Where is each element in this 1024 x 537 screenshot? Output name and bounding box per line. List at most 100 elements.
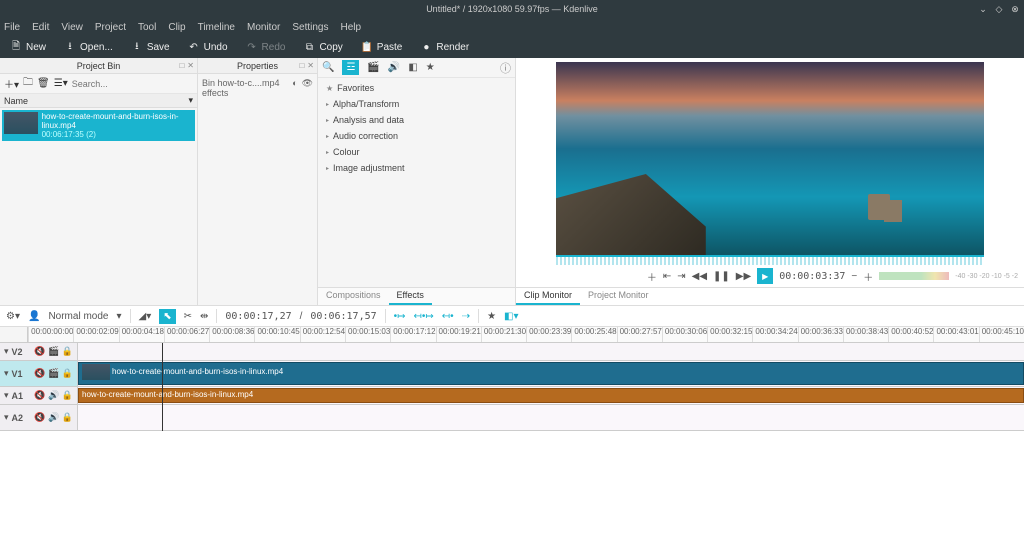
bin-clip-item[interactable]: how-to-create-mount-and-burn-isos-in-lin… [2, 110, 195, 141]
audio-icon[interactable]: 🔊 [388, 62, 400, 73]
track-lane-a2[interactable] [78, 405, 1024, 430]
new-button[interactable]: 🗎New [4, 39, 52, 55]
menu-edit[interactable]: Edit [32, 22, 49, 33]
preview-render-icon[interactable]: ◧▾ [504, 311, 518, 322]
zone-out-icon[interactable]: ↤• [442, 311, 454, 322]
menu-project[interactable]: Project [95, 22, 126, 33]
bin-search-input[interactable] [72, 79, 193, 89]
effects-category[interactable]: Audio correction [324, 128, 509, 144]
effects-category[interactable]: Favorites [324, 80, 509, 96]
effects-category[interactable]: Colour [324, 144, 509, 160]
razor-tool-icon[interactable]: ✂ [184, 311, 192, 322]
tag-icon[interactable]: ☰▾ [54, 78, 68, 89]
minus-icon[interactable]: − [851, 271, 857, 282]
tab-project-monitor[interactable]: Project Monitor [580, 288, 657, 305]
settings-icon[interactable]: ⚙▾ [6, 311, 20, 322]
favorite-effects-icon[interactable]: ★ [487, 311, 496, 322]
undock-icon[interactable]: □ [299, 61, 304, 70]
search-icon[interactable]: 🔍 [322, 62, 334, 73]
video-preview[interactable] [556, 62, 984, 255]
bin-column-name[interactable]: Name▾ [0, 94, 197, 108]
tree-view-icon[interactable]: ☲ [342, 60, 359, 75]
in-point-icon[interactable]: ⇤ [663, 271, 671, 282]
ruler-tick: 00:00:25:48 [571, 327, 616, 342]
track-head-v2[interactable]: ▾ V2🔇 🎬 🔒 [0, 343, 78, 360]
close-icon[interactable]: ⊗ [1010, 4, 1020, 15]
menu-file[interactable]: File [4, 22, 20, 33]
menu-help[interactable]: Help [341, 22, 362, 33]
ruler-tick: 00:00:27:57 [617, 327, 662, 342]
position-display[interactable]: 00:00:17,27 [225, 311, 291, 322]
track-lane-v2[interactable] [78, 343, 1024, 360]
zone-in-icon[interactable]: •↦ [394, 311, 406, 322]
close-panel-icon[interactable]: ✕ [307, 61, 314, 70]
timeline-clip-audio[interactable]: how-to-create-mount-and-burn-isos-in-lin… [78, 388, 1024, 403]
select-tool-icon[interactable]: ⬉ [159, 309, 175, 324]
menu-view[interactable]: View [61, 22, 83, 33]
plus-icon[interactable]: ＋ [863, 269, 873, 284]
track-head-a1[interactable]: ▾ A1🔇 🔊 🔒 [0, 387, 78, 404]
effects-panel: 🔍 ☲ 🎬 🔊 ◧ ★ ⓘ Favorites Alpha/Transform … [318, 58, 516, 305]
folder-icon[interactable]: 🗀 [23, 75, 33, 92]
save-button[interactable]: ⭳Save [125, 39, 176, 55]
timeline-tracks: ▾ V2🔇 🎬 🔒 ▾ V1🔇 🎬 🔒 how-to-create-mount-… [0, 343, 1024, 431]
track-lane-v1[interactable]: how-to-create-mount-and-burn-isos-in-lin… [78, 361, 1024, 386]
effects-category[interactable]: Alpha/Transform [324, 96, 509, 112]
video-icon[interactable]: 🎬 [367, 62, 379, 73]
add-clip-button[interactable]: ＋▾ [4, 76, 19, 91]
track-head-v1[interactable]: ▾ V1🔇 🎬 🔒 [0, 361, 78, 386]
rewind-icon[interactable]: ◀◀ [692, 271, 707, 282]
copy-button[interactable]: ⧉Copy [297, 39, 348, 55]
ruler-tick: 00:00:38:43 [843, 327, 888, 342]
duration-display: 00:06:17,57 [310, 311, 376, 322]
tab-effects[interactable]: Effects [389, 288, 432, 305]
overwrite-icon[interactable]: ⇢ [462, 311, 470, 322]
info-icon[interactable]: ⓘ [500, 60, 511, 76]
zone-mid-icon[interactable]: ↤•↦ [414, 311, 434, 322]
ruler-tick: 00:00:15:03 [345, 327, 390, 342]
effects-category[interactable]: Image adjustment [324, 160, 509, 176]
menu-timeline[interactable]: Timeline [198, 22, 235, 33]
forward-icon[interactable]: ▶▶ [736, 271, 751, 282]
track-head-a2[interactable]: ▾ A2🔇 🔊 🔒 [0, 405, 78, 430]
window-title: Untitled* / 1920x1080 59.97fps — Kdenliv… [426, 4, 598, 14]
ruler-tick: 00:00:12:54 [300, 327, 345, 342]
undo-button[interactable]: ↶Undo [182, 39, 234, 55]
maximize-icon[interactable]: ◇ [994, 4, 1004, 15]
user-icon[interactable]: 👤 [28, 311, 40, 322]
play-button[interactable]: ▶ [757, 268, 773, 284]
effects-category[interactable]: Analysis and data [324, 112, 509, 128]
spacer-tool-icon[interactable]: ⇹ [200, 311, 208, 322]
clip-duration: 00:06:17:35 (2) [42, 130, 193, 139]
open-button[interactable]: ⭳Open... [58, 39, 119, 55]
timecode-display[interactable]: 00:00:03:37 [779, 271, 845, 282]
paste-button[interactable]: 📋Paste [355, 39, 409, 55]
menu-settings[interactable]: Settings [292, 22, 328, 33]
menu-monitor[interactable]: Monitor [247, 22, 280, 33]
tab-clip-monitor[interactable]: Clip Monitor [516, 288, 580, 305]
tab-compositions[interactable]: Compositions [318, 288, 389, 305]
undock-icon[interactable]: □ [179, 61, 184, 70]
compositing-icon[interactable]: ◢▾ [139, 311, 152, 322]
add-marker-icon[interactable]: ＋ [647, 269, 657, 284]
monitor-ruler[interactable] [556, 255, 984, 265]
out-point-icon[interactable]: ⇥ [677, 271, 685, 282]
minimize-icon[interactable]: ⌄ [978, 4, 988, 15]
menu-tool[interactable]: Tool [138, 22, 156, 33]
redo-button[interactable]: ↷Redo [240, 39, 292, 55]
timeline-clip-video[interactable]: how-to-create-mount-and-burn-isos-in-lin… [78, 362, 1024, 385]
delete-icon[interactable]: 🗑 [37, 78, 50, 89]
playhead[interactable] [162, 343, 163, 431]
pause-icon[interactable]: ❚❚ [713, 271, 730, 282]
visibility-icon[interactable]: 👁 [302, 78, 313, 89]
render-button[interactable]: ●Render [414, 39, 475, 55]
timeline-ruler[interactable]: 00:00:00:0000:00:02:0900:00:04:1800:00:0… [28, 327, 1024, 342]
custom-icon[interactable]: ◧ [408, 62, 417, 73]
project-bin-panel: Project Bin □✕ ＋▾ 🗀 🗑 ☰▾ Name▾ how-to-cr… [0, 58, 198, 305]
enable-icon[interactable]: ◐ [292, 78, 297, 88]
mode-label[interactable]: Normal mode [48, 311, 108, 322]
close-panel-icon[interactable]: ✕ [187, 61, 194, 70]
favorite-icon[interactable]: ★ [426, 62, 435, 73]
track-lane-a1[interactable]: how-to-create-mount-and-burn-isos-in-lin… [78, 387, 1024, 404]
menu-clip[interactable]: Clip [168, 22, 185, 33]
